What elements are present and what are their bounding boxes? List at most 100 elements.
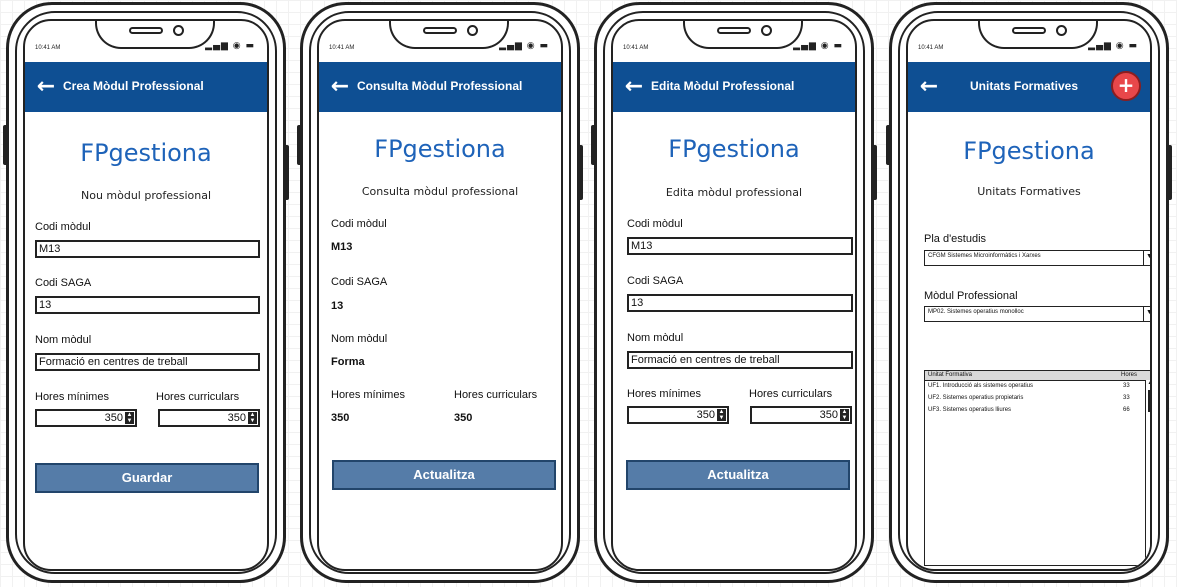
- speaker-icon: [717, 27, 751, 34]
- app-bar: ← Unitats Formatives +: [908, 62, 1150, 112]
- modul-label: Mòdul Professional: [924, 290, 1018, 302]
- power-button: [578, 145, 583, 200]
- status-icons: ▂▄▆ ◉ ▬: [1088, 41, 1138, 51]
- guardar-button[interactable]: Guardar: [35, 463, 259, 493]
- hores-minimes-value: 350: [331, 412, 350, 424]
- header-unitat: Unitat Formativa: [928, 372, 973, 378]
- power-button: [1167, 145, 1172, 200]
- add-unit-button[interactable]: +: [1111, 71, 1141, 101]
- power-button: [284, 145, 289, 200]
- app-bar: ← Consulta Mòdul Professional: [319, 62, 561, 112]
- saga-label: Codi SAGA: [35, 277, 92, 289]
- app-bar-title: Edita Mòdul Professional: [651, 79, 795, 93]
- camera-icon: [173, 25, 184, 36]
- chevron-down-icon[interactable]: ▼: [1143, 251, 1150, 265]
- hores-curriculars-value: 350: [227, 412, 246, 424]
- status-icons: ▂▄▆ ◉ ▬: [793, 41, 843, 51]
- chevron-down-icon[interactable]: ▼: [1143, 307, 1150, 321]
- stepper-arrows-icon[interactable]: ▲ ▼: [840, 409, 849, 421]
- actualitza-button[interactable]: Actualitza: [332, 460, 556, 490]
- volume-button: [886, 125, 891, 165]
- hores-curriculars-label: Hores curriculars: [454, 389, 538, 401]
- status-icons: ▂▄▆ ◉ ▬: [499, 41, 549, 51]
- saga-input[interactable]: 13: [35, 296, 260, 314]
- units-table: Unitat Formativa Hores UF1. Introducció …: [924, 370, 1150, 566]
- hores-minimes-value: 350: [696, 409, 715, 421]
- table-row[interactable]: UF1. Introducció als sistemes operatius …: [925, 381, 1150, 393]
- pla-select-value: CFGM Sistemes Microinformàtics i Xarxes: [928, 253, 1041, 259]
- app-bar-title: Consulta Mòdul Professional: [357, 79, 523, 93]
- saga-input[interactable]: 13: [627, 294, 853, 312]
- brand-title: FPgestiona: [668, 135, 800, 163]
- app-bar-title: Crea Mòdul Professional: [63, 79, 204, 93]
- nom-label: Nom mòdul: [331, 333, 388, 345]
- page-subtitle: Unitats Formatives: [977, 185, 1081, 198]
- status-time: 10:41 AM: [918, 45, 944, 51]
- stepper-arrows-icon[interactable]: ▲ ▼: [125, 412, 134, 424]
- speaker-icon: [129, 27, 163, 34]
- hores-curriculars-stepper[interactable]: 350 ▲ ▼: [158, 409, 260, 427]
- row-unit-hours: 33: [1123, 383, 1130, 389]
- modul-select-value: MP02. Sistemes operatius monolloc: [928, 309, 1024, 315]
- hores-minimes-label: Hores mínimes: [331, 389, 405, 401]
- page-subtitle: Edita mòdul professional: [665, 186, 803, 199]
- hores-curriculars-stepper[interactable]: 350 ▲ ▼: [750, 406, 852, 424]
- volume-button: [297, 125, 302, 165]
- codi-input[interactable]: M13: [35, 240, 260, 258]
- volume-button: [591, 125, 596, 165]
- table-row[interactable]: UF3. Sistemes operatius lliures 66: [925, 405, 1150, 417]
- saga-label: Codi SAGA: [627, 275, 684, 287]
- codi-input[interactable]: M13: [627, 237, 853, 255]
- phone-edit: 10:41 AM ▂▄▆ ◉ ▬ ← Edita Mòdul Professio…: [591, 2, 877, 583]
- nom-input[interactable]: Formació en centres de treball: [35, 353, 260, 371]
- camera-icon: [761, 25, 772, 36]
- camera-icon: [1056, 25, 1067, 36]
- back-arrow-icon[interactable]: ←: [916, 74, 942, 100]
- row-unit-hours: 66: [1123, 407, 1130, 413]
- notch: [683, 21, 803, 49]
- notch: [978, 21, 1098, 49]
- codi-label: Codi mòdul: [331, 218, 387, 230]
- saga-value: 13: [331, 300, 344, 312]
- status-time: 10:41 AM: [623, 45, 649, 51]
- speaker-icon: [423, 27, 457, 34]
- hores-minimes-stepper[interactable]: 350 ▲ ▼: [35, 409, 137, 427]
- scroll-up-icon[interactable]: ▲: [1146, 380, 1150, 387]
- nom-input[interactable]: Formació en centres de treball: [627, 351, 853, 369]
- brand-title: FPgestiona: [80, 139, 212, 167]
- header-hores: Hores: [1121, 372, 1138, 378]
- table-row[interactable]: UF2. Sistemes operatius propietaris 33: [925, 393, 1150, 405]
- page-subtitle: Nou mòdul professional: [80, 189, 212, 202]
- phone-units: 10:41 AM ▂▄▆ ◉ ▬ ← Unitats Formatives + …: [886, 2, 1172, 583]
- table-scrollbar[interactable]: ▲ ▼: [1145, 380, 1150, 565]
- hores-curriculars-label: Hores curriculars: [749, 388, 833, 400]
- phone-consult: 10:41 AM ▂▄▆ ◉ ▬ ← Consulta Mòdul Profes…: [297, 2, 583, 583]
- notch: [389, 21, 509, 49]
- scroll-thumb[interactable]: [1148, 390, 1150, 412]
- app-bar: ← Crea Mòdul Professional: [25, 62, 267, 112]
- table-header: Unitat Formativa Hores: [925, 371, 1150, 381]
- back-arrow-icon[interactable]: ←: [621, 74, 647, 100]
- hores-minimes-stepper[interactable]: 350 ▲ ▼: [627, 406, 729, 424]
- row-unit-name: UF1. Introducció als sistemes operatius: [928, 383, 1034, 389]
- pla-select[interactable]: CFGM Sistemes Microinformàtics i Xarxes …: [924, 250, 1150, 266]
- codi-label: Codi mòdul: [627, 218, 683, 230]
- back-arrow-icon[interactable]: ←: [33, 74, 59, 100]
- back-arrow-icon[interactable]: ←: [327, 74, 353, 100]
- phone-create: 10:41 AM ▂▄▆ ◉ ▬ ← Crea Mòdul Profession…: [3, 2, 289, 583]
- hores-minimes-label: Hores mínimes: [627, 388, 701, 400]
- stepper-arrows-icon[interactable]: ▲ ▼: [717, 409, 726, 421]
- actualitza-button[interactable]: Actualitza: [626, 460, 850, 490]
- modul-select[interactable]: MP02. Sistemes operatius monolloc ▼: [924, 306, 1150, 322]
- screen: 10:41 AM ▂▄▆ ◉ ▬ ← Unitats Formatives + …: [906, 19, 1152, 571]
- row-unit-name: UF2. Sistemes operatius propietaris: [928, 395, 1024, 401]
- hores-minimes-label: Hores mínimes: [35, 391, 109, 403]
- screen: 10:41 AM ▂▄▆ ◉ ▬ ← Consulta Mòdul Profes…: [317, 19, 563, 571]
- pla-label: Pla d'estudis: [924, 233, 987, 245]
- scroll-down-icon[interactable]: ▼: [1146, 558, 1150, 565]
- hores-minimes-value: 350: [104, 412, 123, 424]
- camera-icon: [467, 25, 478, 36]
- row-unit-hours: 33: [1123, 395, 1130, 401]
- stepper-arrows-icon[interactable]: ▲ ▼: [248, 412, 257, 424]
- power-button: [872, 145, 877, 200]
